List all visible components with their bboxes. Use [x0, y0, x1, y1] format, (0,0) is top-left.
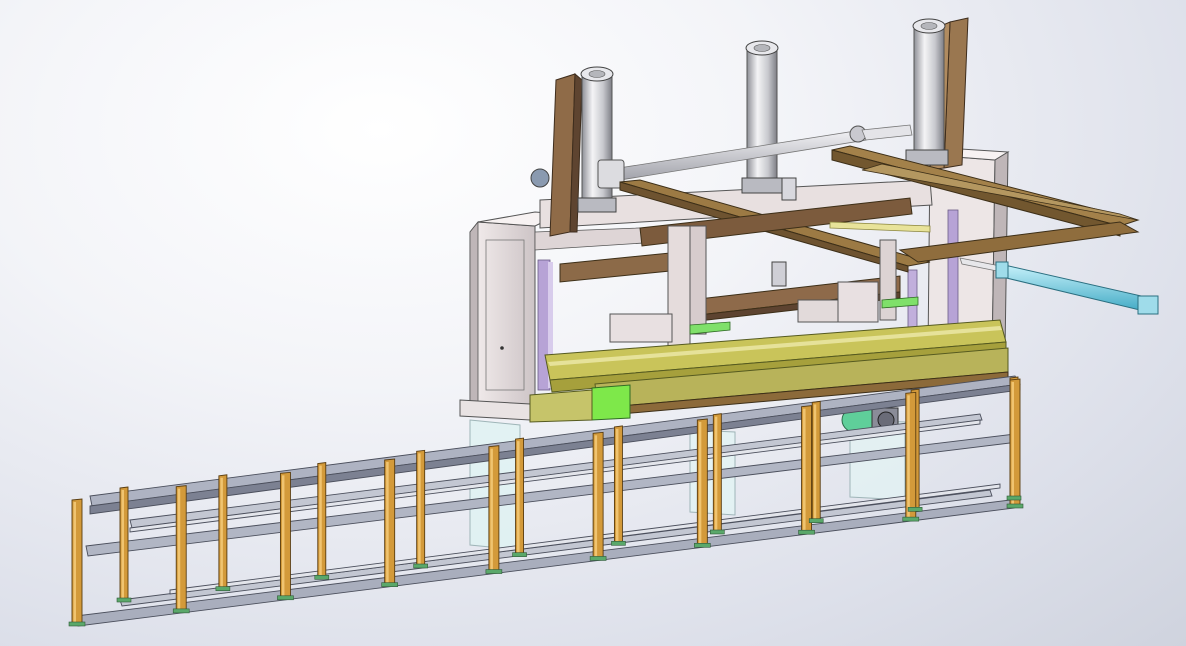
leveling-foot	[314, 575, 330, 580]
frame-leg-highlight	[73, 502, 76, 622]
leveling-foot	[694, 543, 711, 548]
conveyor-bed	[529, 319, 1009, 423]
leveling-foot	[1006, 495, 1022, 501]
leveling-foot	[798, 529, 815, 535]
frame-leg-highlight	[177, 488, 181, 609]
frame-leg-highlight	[386, 462, 389, 583]
leveling-foot	[413, 563, 428, 569]
leveling-foot	[116, 597, 132, 603]
frame-leg-highlight	[1011, 382, 1014, 504]
frame-leg-highlight	[907, 395, 910, 518]
leveling-foot	[589, 556, 607, 561]
leveling-foot	[611, 541, 626, 546]
frame-leg-highlight	[418, 453, 421, 564]
frame-leg-highlight	[121, 490, 124, 598]
leveling-foot	[1006, 503, 1024, 509]
frame-leg-highlight	[813, 404, 817, 519]
frame-leg-highlight	[490, 448, 493, 570]
frame-leg-highlight	[714, 416, 718, 530]
frame-leg-highlight	[281, 475, 285, 596]
frame-leg-highlight	[615, 428, 619, 542]
leveling-foot	[808, 518, 824, 523]
frame-leg-highlight	[517, 441, 520, 553]
leveling-foot	[381, 582, 398, 587]
leveling-foot	[907, 507, 923, 512]
frame-leg-highlight	[803, 408, 806, 531]
frame-leg-highlight	[594, 435, 598, 557]
leveling-foot	[68, 621, 86, 627]
leveling-foot	[485, 569, 503, 574]
leveling-foot	[512, 552, 527, 557]
leveling-foot	[277, 595, 294, 601]
frame-leg-highlight	[698, 422, 702, 544]
leveling-foot	[215, 586, 231, 591]
leveling-foot	[710, 529, 725, 535]
frame-leg-highlight	[220, 477, 223, 587]
leveling-foot	[902, 516, 920, 522]
machine-assembly-drawing	[68, 17, 1159, 627]
leveling-foot	[172, 608, 190, 614]
frame-leg-highlight	[319, 465, 322, 576]
cad-viewport[interactable]	[0, 0, 1186, 646]
